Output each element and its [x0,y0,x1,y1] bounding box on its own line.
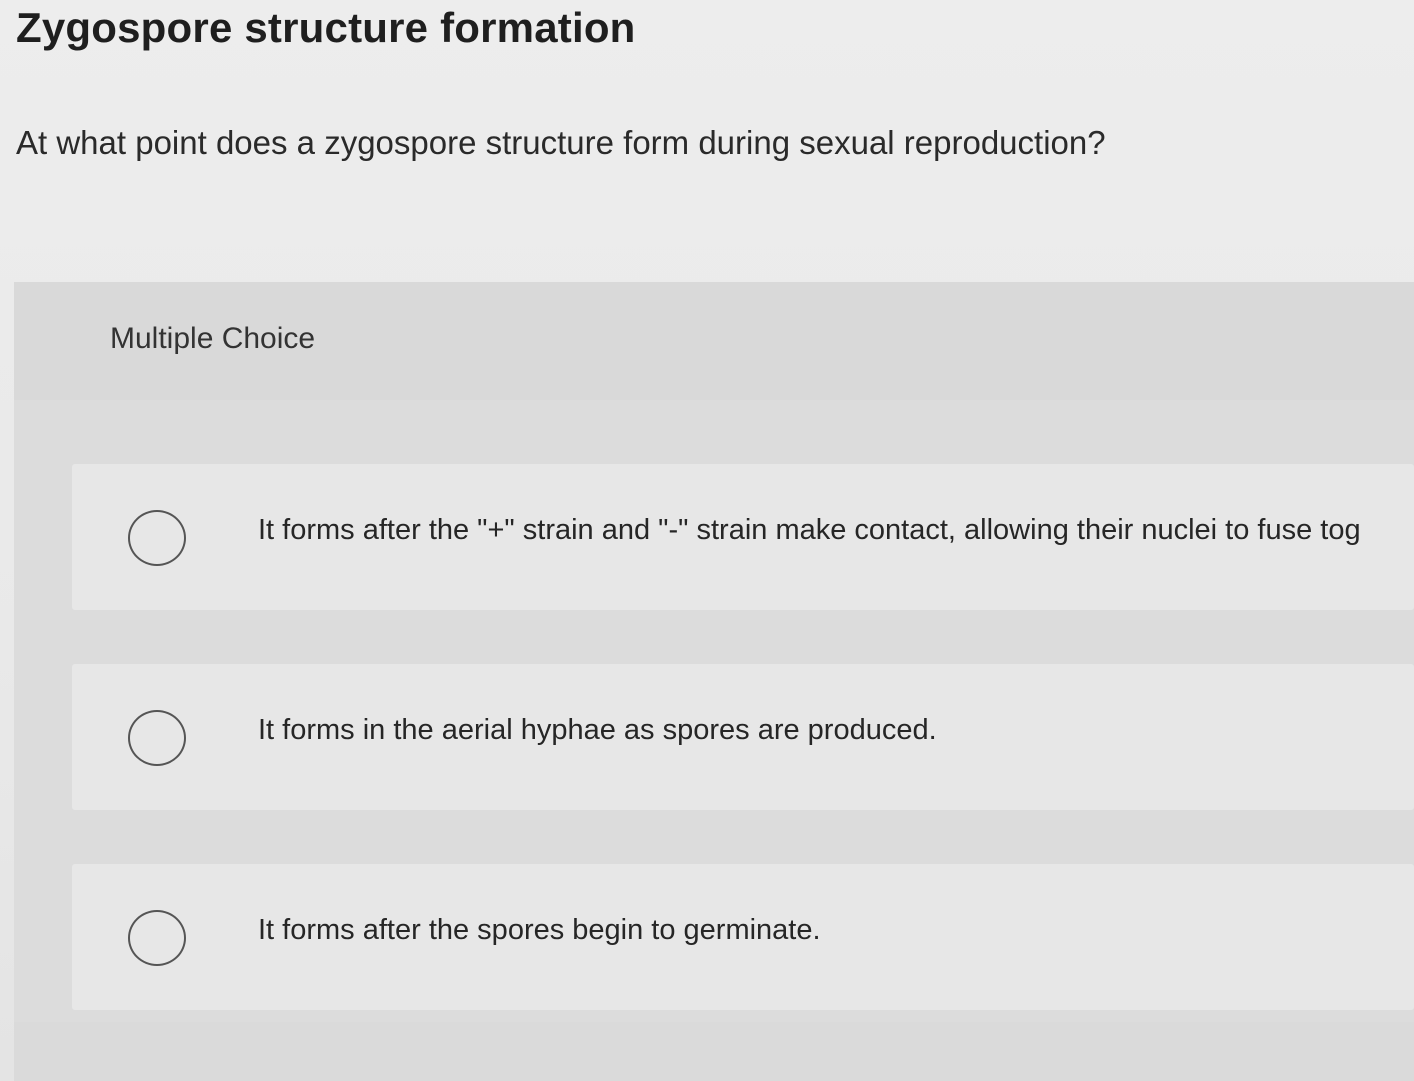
answer-option-3[interactable]: It forms after the spores begin to germi… [72,864,1414,1010]
question-page: Zygospore structure formation At what po… [0,0,1414,1081]
question-prompt: At what point does a zygospore structure… [16,124,1106,161]
answer-option-2-text[interactable]: It forms in the aerial hyphae as spores … [258,714,1414,747]
answer-panel: Multiple Choice It forms after the "+" s… [14,282,1414,1081]
answer-option-2[interactable]: It forms in the aerial hyphae as spores … [72,664,1414,810]
radio-button-option-2[interactable] [128,710,186,766]
panel-bottom-strip [14,1022,1414,1081]
radio-button-option-3[interactable] [128,910,186,966]
answer-option-1-text[interactable]: It forms after the "+" strain and "-" st… [258,514,1414,547]
answer-option-1[interactable]: It forms after the "+" strain and "-" st… [72,464,1414,610]
radio-button-option-1[interactable] [128,510,186,566]
answer-panel-header: Multiple Choice [14,282,1414,400]
question-title: Zygospore structure formation [16,4,636,51]
answer-option-3-text[interactable]: It forms after the spores begin to germi… [258,914,1414,947]
question-type-label: Multiple Choice [110,322,316,355]
